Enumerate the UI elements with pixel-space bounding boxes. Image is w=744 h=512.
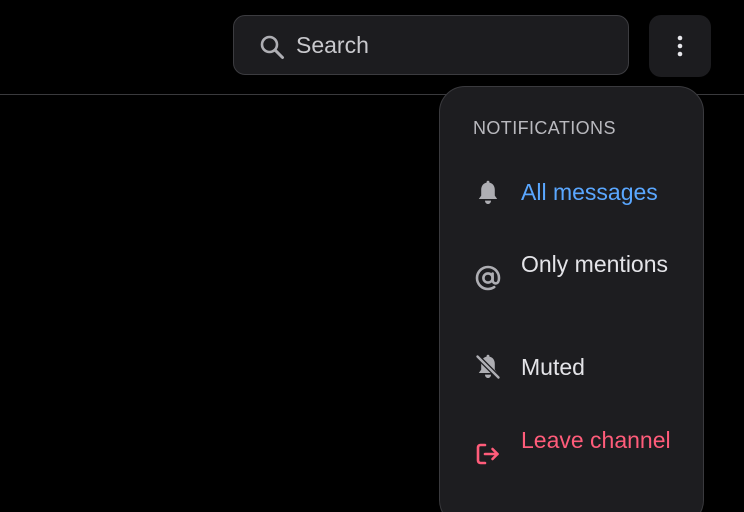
menu-item-label: All messages: [521, 179, 658, 205]
menu-item-label: Leave channel: [521, 427, 671, 453]
bell-off-icon: [474, 353, 502, 381]
bell-icon: [474, 179, 502, 207]
search-box[interactable]: [233, 15, 629, 75]
menu-item-only-mentions[interactable]: Only mentions: [440, 247, 702, 317]
top-bar: [0, 0, 744, 95]
menu-item-label: Muted: [521, 354, 585, 380]
more-options-button[interactable]: [649, 15, 711, 77]
logout-icon: [474, 440, 502, 468]
menu-item-muted[interactable]: Muted: [440, 349, 702, 389]
menu-header: NOTIFICATIONS: [473, 118, 616, 138]
menu-item-label: Only mentions: [521, 251, 669, 277]
notifications-menu: NOTIFICATIONS All messages Only mentions: [439, 86, 704, 512]
search-input[interactable]: [296, 28, 606, 62]
menu-item-all-messages[interactable]: All messages: [440, 171, 702, 215]
vertical-ellipsis-icon: [677, 35, 683, 57]
at-sign-icon: [474, 264, 502, 292]
menu-item-leave-channel[interactable]: Leave channel: [440, 423, 702, 493]
app-page: NOTIFICATIONS All messages Only mentions: [0, 0, 744, 512]
search-icon: [259, 34, 285, 60]
